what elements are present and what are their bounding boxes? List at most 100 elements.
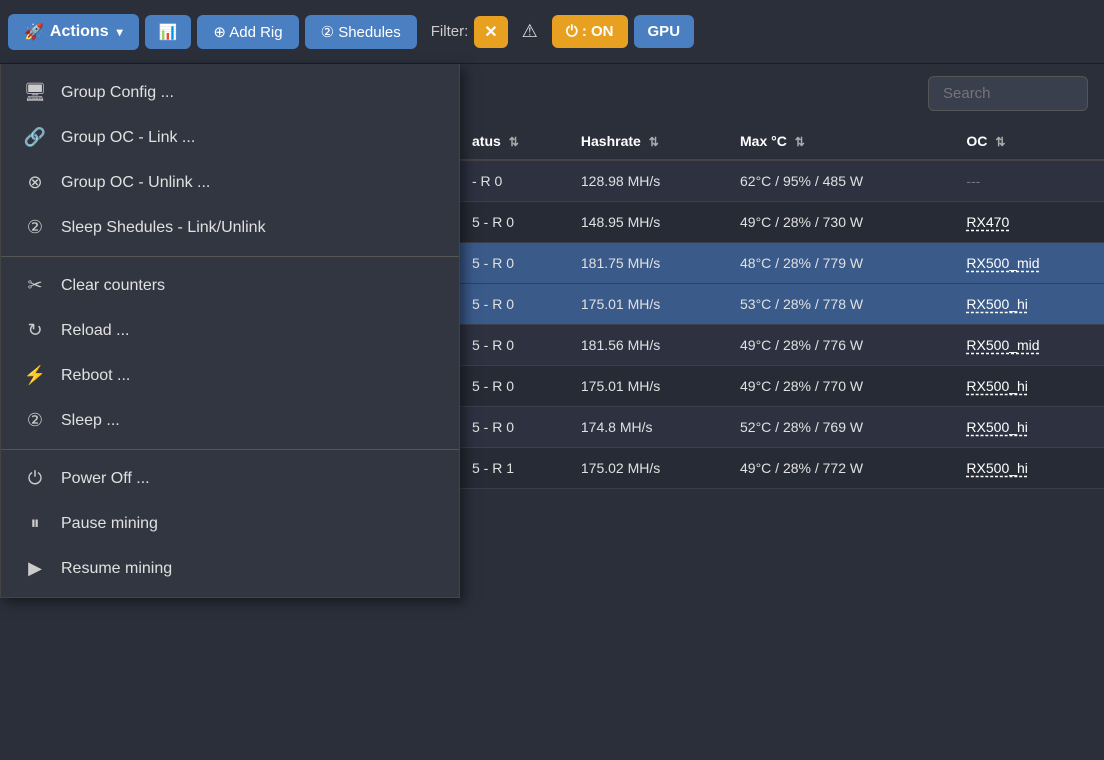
menu-item-pause-mining-label: Pause mining xyxy=(61,515,158,533)
menu-item-group-config[interactable]: 🖥 Group Config ... xyxy=(1,70,459,115)
power-off-icon: ⏻ xyxy=(23,468,47,489)
monitor-icon: 🖥 xyxy=(23,82,47,103)
sleep-icon: ② xyxy=(23,410,47,431)
cell-max-temp: 49°C / 28% / 776 W xyxy=(728,325,954,366)
cell-oc: RX500_mid xyxy=(954,243,1104,284)
sort-icon-hashrate: ⇅ xyxy=(649,135,659,149)
warning-icon: ⚠ xyxy=(522,21,538,41)
menu-item-clear-counters[interactable]: ✂ Clear counters xyxy=(1,263,459,308)
cell-oc: RX470 xyxy=(954,202,1104,243)
actions-label: Actions xyxy=(50,23,109,41)
cell-oc: RX500_hi xyxy=(954,407,1104,448)
menu-item-power-off[interactable]: ⏻ Power Off ... xyxy=(1,456,459,501)
menu-section-group: 🖥 Group Config ... 🔗 Group OC - Link ...… xyxy=(1,64,459,257)
table-row[interactable]: 5 - R 0 174.8 MH/s 52°C / 28% / 769 W RX… xyxy=(460,407,1104,448)
menu-item-group-oc-link[interactable]: 🔗 Group OC - Link ... xyxy=(1,115,459,160)
table-area: atus ⇅ Hashrate ⇅ Max °C ⇅ OC ⇅ - R 0 xyxy=(460,64,1104,760)
menu-item-power-off-label: Power Off ... xyxy=(61,470,150,488)
cell-hashrate: 128.98 MH/s xyxy=(569,160,728,202)
table-row[interactable]: 5 - R 0 175.01 MH/s 53°C / 28% / 778 W R… xyxy=(460,284,1104,325)
menu-item-sleep-shedules[interactable]: ② Sleep Shedules - Link/Unlink xyxy=(1,205,459,250)
menu-item-group-config-label: Group Config ... xyxy=(61,84,174,102)
cell-status: - R 0 xyxy=(460,160,569,202)
chart-button[interactable]: 📊 xyxy=(145,15,192,49)
cell-oc: RX500_mid xyxy=(954,325,1104,366)
cell-oc: --- xyxy=(954,160,1104,202)
menu-item-sleep[interactable]: ② Sleep ... xyxy=(1,398,459,443)
on-label: ⏻ : ON xyxy=(566,23,614,40)
cell-hashrate: 174.8 MH/s xyxy=(569,407,728,448)
table-row[interactable]: 5 - R 0 175.01 MH/s 49°C / 28% / 770 W R… xyxy=(460,366,1104,407)
x-icon: ✕ xyxy=(484,24,497,41)
gpu-button[interactable]: GPU xyxy=(634,15,695,48)
search-bar xyxy=(460,64,1104,123)
add-rig-button[interactable]: ⊕ Add Rig xyxy=(197,15,298,49)
toolbar: 🚀 Actions ▾ 📊 ⊕ Add Rig ② Shedules Filte… xyxy=(0,0,1104,64)
sleep-shedules-icon: ② xyxy=(23,217,47,238)
table-row[interactable]: 5 - R 0 148.95 MH/s 49°C / 28% / 730 W R… xyxy=(460,202,1104,243)
rocket-icon: 🚀 xyxy=(24,22,44,42)
cell-hashrate: 181.56 MH/s xyxy=(569,325,728,366)
cell-max-temp: 62°C / 95% / 485 W xyxy=(728,160,954,202)
search-input[interactable] xyxy=(928,76,1088,111)
menu-item-group-oc-link-label: Group OC - Link ... xyxy=(61,129,195,147)
cell-status: 5 - R 1 xyxy=(460,448,569,489)
chart-icon: 📊 xyxy=(159,23,178,41)
cell-status: 5 - R 0 xyxy=(460,243,569,284)
menu-item-sleep-shedules-label: Sleep Shedules - Link/Unlink xyxy=(61,219,266,237)
filter-x-button[interactable]: ✕ xyxy=(474,16,507,48)
cell-hashrate: 175.02 MH/s xyxy=(569,448,728,489)
resume-icon: ▶ xyxy=(23,558,47,579)
rigs-table: atus ⇅ Hashrate ⇅ Max °C ⇅ OC ⇅ - R 0 xyxy=(460,123,1104,489)
menu-item-reload[interactable]: ↻ Reload ... xyxy=(1,308,459,353)
cell-oc: RX500_hi xyxy=(954,366,1104,407)
cell-status: 5 - R 0 xyxy=(460,366,569,407)
cell-status: 5 - R 0 xyxy=(460,284,569,325)
table-header-row: atus ⇅ Hashrate ⇅ Max °C ⇅ OC ⇅ xyxy=(460,123,1104,160)
table-row[interactable]: 5 - R 1 175.02 MH/s 49°C / 28% / 772 W R… xyxy=(460,448,1104,489)
shedules-label: ② Shedules xyxy=(321,23,401,41)
menu-item-group-oc-unlink[interactable]: ⊗ Group OC - Unlink ... xyxy=(1,160,459,205)
menu-item-group-oc-unlink-label: Group OC - Unlink ... xyxy=(61,174,210,192)
cell-max-temp: 48°C / 28% / 779 W xyxy=(728,243,954,284)
sort-icon-status: ⇅ xyxy=(509,135,519,149)
table-row[interactable]: 5 - R 0 181.56 MH/s 49°C / 28% / 776 W R… xyxy=(460,325,1104,366)
col-oc: OC ⇅ xyxy=(954,123,1104,160)
col-hashrate: Hashrate ⇅ xyxy=(569,123,728,160)
clear-icon: ✂ xyxy=(23,275,47,296)
table-row[interactable]: 5 - R 0 181.75 MH/s 48°C / 28% / 779 W R… xyxy=(460,243,1104,284)
cell-max-temp: 53°C / 28% / 778 W xyxy=(728,284,954,325)
table-row[interactable]: - R 0 128.98 MH/s 62°C / 95% / 485 W --- xyxy=(460,160,1104,202)
pause-icon: ⏸ xyxy=(23,513,47,534)
link-icon: 🔗 xyxy=(23,127,47,148)
menu-item-pause-mining[interactable]: ⏸ Pause mining xyxy=(1,501,459,546)
chevron-down-icon: ▾ xyxy=(117,25,123,39)
cell-status: 5 - R 0 xyxy=(460,407,569,448)
add-rig-label: ⊕ Add Rig xyxy=(213,23,282,41)
cell-hashrate: 148.95 MH/s xyxy=(569,202,728,243)
actions-button[interactable]: 🚀 Actions ▾ xyxy=(8,14,139,50)
actions-dropdown-menu: 🖥 Group Config ... 🔗 Group OC - Link ...… xyxy=(0,64,460,598)
reboot-icon: ⚡ xyxy=(23,365,47,386)
power-on-button[interactable]: ⏻ : ON xyxy=(552,15,628,48)
menu-item-reboot[interactable]: ⚡ Reboot ... xyxy=(1,353,459,398)
menu-section-actions: ✂ Clear counters ↻ Reload ... ⚡ Reboot .… xyxy=(1,257,459,450)
cell-oc: RX500_hi xyxy=(954,448,1104,489)
menu-item-resume-mining[interactable]: ▶ Resume mining xyxy=(1,546,459,591)
cell-max-temp: 49°C / 28% / 730 W xyxy=(728,202,954,243)
col-status: atus ⇅ xyxy=(460,123,569,160)
table-body: - R 0 128.98 MH/s 62°C / 95% / 485 W ---… xyxy=(460,160,1104,489)
cell-hashrate: 175.01 MH/s xyxy=(569,284,728,325)
cell-hashrate: 175.01 MH/s xyxy=(569,366,728,407)
sort-icon-oc: ⇅ xyxy=(995,135,1005,149)
shedules-button[interactable]: ② Shedules xyxy=(305,15,417,49)
unlink-icon: ⊗ xyxy=(23,172,47,193)
menu-section-power: ⏻ Power Off ... ⏸ Pause mining ▶ Resume … xyxy=(1,450,459,597)
cell-max-temp: 49°C / 28% / 770 W xyxy=(728,366,954,407)
gpu-label: GPU xyxy=(648,23,681,40)
filter-warn-button[interactable]: ⚠ xyxy=(514,15,546,48)
filter-label: Filter: xyxy=(431,23,469,40)
reload-icon: ↻ xyxy=(23,320,47,341)
menu-item-resume-mining-label: Resume mining xyxy=(61,560,172,578)
cell-oc: RX500_hi xyxy=(954,284,1104,325)
